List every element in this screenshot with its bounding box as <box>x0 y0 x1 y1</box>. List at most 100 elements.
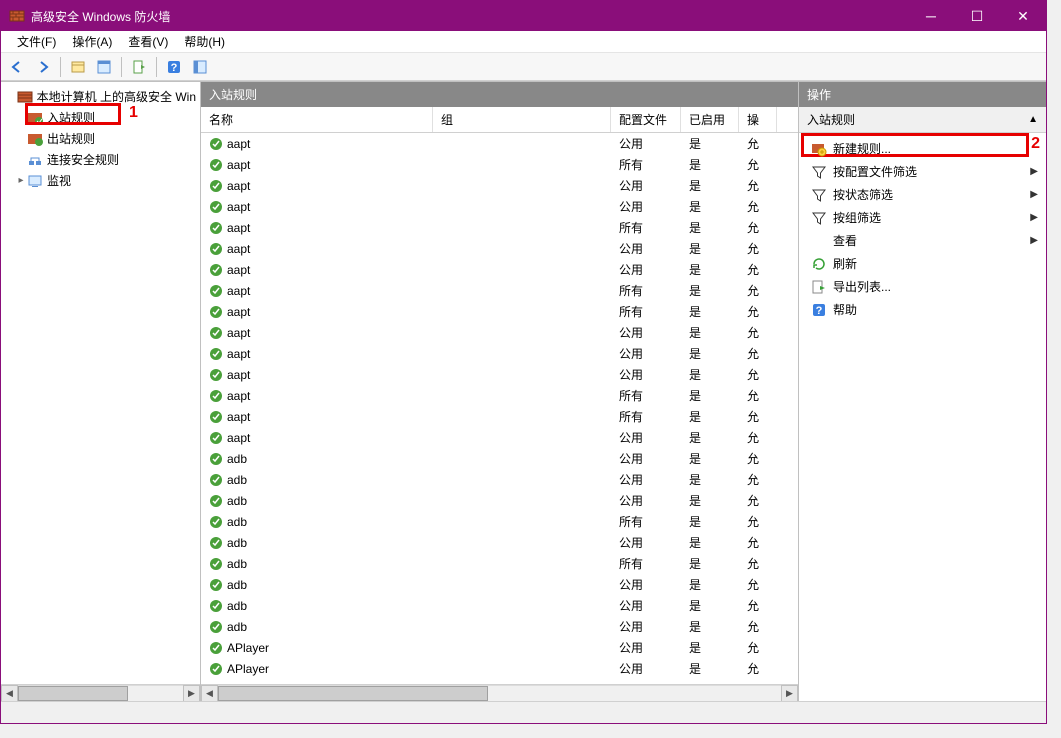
table-row[interactable]: aapt所有是允 <box>201 301 798 322</box>
menu-help[interactable]: 帮助(H) <box>176 30 233 53</box>
rule-name: aapt <box>227 368 250 382</box>
action-item[interactable]: 导出列表... <box>799 275 1046 298</box>
expander-icon[interactable]: ▸ <box>15 175 27 186</box>
rule-profile: 公用 <box>615 618 685 635</box>
rule-action: 允 <box>743 156 781 173</box>
minimize-button[interactable]: ─ <box>908 1 954 31</box>
table-row[interactable]: aapt公用是允 <box>201 196 798 217</box>
tree-monitoring[interactable]: ▸ 监视 <box>23 170 200 191</box>
rule-enabled: 是 <box>685 450 743 467</box>
scroll-right-button[interactable]: ▶ <box>183 685 200 702</box>
table-row[interactable]: aapt公用是允 <box>201 175 798 196</box>
rule-enabled: 是 <box>685 324 743 341</box>
rule-name: aapt <box>227 389 250 403</box>
table-row[interactable]: APlayer公用是允 <box>201 637 798 658</box>
allow-icon <box>209 158 223 172</box>
col-header-action[interactable]: 操 <box>739 107 777 132</box>
list-body[interactable]: aapt公用是允aapt所有是允aapt公用是允aapt公用是允aapt所有是允… <box>201 133 798 684</box>
tree-conn-security-rules[interactable]: 连接安全规则 <box>23 149 200 170</box>
rule-profile: 公用 <box>615 597 685 614</box>
col-header-group[interactable]: 组 <box>433 107 611 132</box>
rule-profile: 公用 <box>615 534 685 551</box>
forward-button[interactable] <box>31 55 55 79</box>
connection-security-icon <box>27 152 43 168</box>
table-row[interactable]: APlayer公用是允 <box>201 658 798 679</box>
action-item[interactable]: 按配置文件筛选▶ <box>799 160 1046 183</box>
table-row[interactable]: adb公用是允 <box>201 574 798 595</box>
table-row[interactable]: aapt公用是允 <box>201 427 798 448</box>
rule-enabled: 是 <box>685 282 743 299</box>
table-row[interactable]: adb所有是允 <box>201 511 798 532</box>
scroll-right-button[interactable]: ▶ <box>781 685 798 702</box>
table-row[interactable]: aapt公用是允 <box>201 322 798 343</box>
toolbar-btn-1[interactable] <box>66 55 90 79</box>
expander-icon[interactable] <box>9 91 17 102</box>
action-item[interactable]: ?帮助 <box>799 298 1046 321</box>
rule-enabled: 是 <box>685 240 743 257</box>
table-row[interactable]: aapt所有是允 <box>201 217 798 238</box>
list-hscrollbar[interactable]: ◀ ▶ <box>201 684 798 701</box>
rule-name: aapt <box>227 137 250 151</box>
scroll-left-button[interactable]: ◀ <box>201 685 218 702</box>
menu-action[interactable]: 操作(A) <box>64 30 120 53</box>
action-item[interactable]: 刷新 <box>799 252 1046 275</box>
back-button[interactable] <box>5 55 29 79</box>
tree-hscrollbar[interactable]: ◀ ▶ <box>1 684 200 701</box>
annotation-label-1: 1 <box>129 104 138 122</box>
menu-view[interactable]: 查看(V) <box>120 30 176 53</box>
table-row[interactable]: aapt公用是允 <box>201 238 798 259</box>
tree-outbound-rules[interactable]: 出站规则 <box>23 128 200 149</box>
toolbar-btn-2[interactable] <box>92 55 116 79</box>
table-row[interactable]: aapt公用是允 <box>201 259 798 280</box>
table-row[interactable]: adb公用是允 <box>201 469 798 490</box>
rule-enabled: 是 <box>685 156 743 173</box>
rule-name: aapt <box>227 242 250 256</box>
action-item[interactable]: 查看▶ <box>799 229 1046 252</box>
action-label: 按状态筛选 <box>833 186 893 203</box>
rule-action: 允 <box>743 513 781 530</box>
tree-pane[interactable]: 本地计算机 上的高级安全 Win 入站规则 出站规则 连接安全规则 <box>1 82 201 701</box>
action-item[interactable]: 按组筛选▶ <box>799 206 1046 229</box>
rule-enabled: 是 <box>685 513 743 530</box>
rule-enabled: 是 <box>685 387 743 404</box>
table-row[interactable]: adb公用是允 <box>201 616 798 637</box>
titlebar[interactable]: 高级安全 Windows 防火墙 ─ ☐ ✕ <box>1 1 1046 31</box>
scroll-left-button[interactable]: ◀ <box>1 685 18 702</box>
collapse-icon[interactable]: ▲ <box>1028 114 1038 125</box>
close-button[interactable]: ✕ <box>1000 1 1046 31</box>
action-item[interactable]: 新建规则... <box>799 137 1046 160</box>
table-row[interactable]: aapt所有是允 <box>201 385 798 406</box>
list-title: 入站规则 <box>201 82 798 107</box>
table-row[interactable]: aapt所有是允 <box>201 406 798 427</box>
table-row[interactable]: adb公用是允 <box>201 595 798 616</box>
main-window: 高级安全 Windows 防火墙 ─ ☐ ✕ 文件(F) 操作(A) 查看(V)… <box>0 0 1047 724</box>
table-row[interactable]: aapt所有是允 <box>201 280 798 301</box>
maximize-button[interactable]: ☐ <box>954 1 1000 31</box>
actions-section-header[interactable]: 入站规则 ▲ <box>799 107 1046 133</box>
table-row[interactable]: adb公用是允 <box>201 490 798 511</box>
allow-icon <box>209 305 223 319</box>
rule-enabled: 是 <box>685 534 743 551</box>
allow-icon <box>209 179 223 193</box>
action-item[interactable]: 按状态筛选▶ <box>799 183 1046 206</box>
table-row[interactable]: adb公用是允 <box>201 532 798 553</box>
toolbar-export-button[interactable] <box>127 55 151 79</box>
table-row[interactable]: aapt公用是允 <box>201 364 798 385</box>
table-row[interactable]: adb所有是允 <box>201 553 798 574</box>
col-header-enabled[interactable]: 已启用 <box>681 107 739 132</box>
col-header-name[interactable]: 名称 <box>201 107 433 132</box>
rule-action: 允 <box>743 471 781 488</box>
rule-enabled: 是 <box>685 261 743 278</box>
menu-file[interactable]: 文件(F) <box>9 30 64 53</box>
toolbar-help-button[interactable]: ? <box>162 55 186 79</box>
table-row[interactable]: aapt所有是允 <box>201 154 798 175</box>
rule-profile: 公用 <box>615 177 685 194</box>
table-row[interactable]: aapt公用是允 <box>201 343 798 364</box>
table-row[interactable]: adb公用是允 <box>201 448 798 469</box>
rule-profile: 公用 <box>615 261 685 278</box>
toolbar-btn-3[interactable] <box>188 55 212 79</box>
table-row[interactable]: aapt公用是允 <box>201 133 798 154</box>
col-header-profile[interactable]: 配置文件 <box>611 107 681 132</box>
rule-profile: 公用 <box>615 639 685 656</box>
rule-action: 允 <box>743 303 781 320</box>
